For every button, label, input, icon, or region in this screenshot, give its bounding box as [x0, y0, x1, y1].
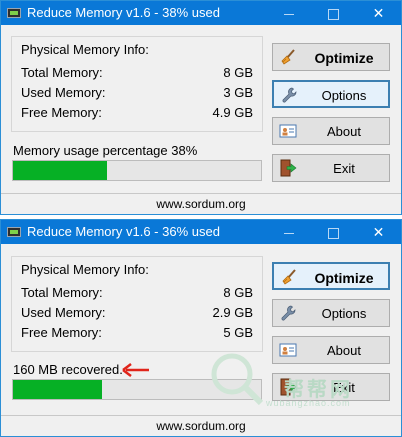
- exit-button[interactable]: Exit: [272, 154, 390, 182]
- panel-title: Physical Memory Info:: [21, 262, 149, 277]
- maximize-button[interactable]: [311, 220, 356, 244]
- progress-fill: [13, 380, 103, 399]
- physical-memory-panel: Physical Memory Info: Total Memory: 8 GB…: [11, 256, 263, 352]
- about-button[interactable]: About: [272, 336, 390, 364]
- recovered-status-text: 160 MB recovered.: [13, 362, 123, 377]
- memory-chip-icon: [7, 227, 21, 237]
- total-memory-row: Total Memory: 8 GB: [21, 65, 253, 83]
- optimize-button[interactable]: Optimize: [272, 43, 390, 71]
- reduce-memory-window-2: Reduce Memory v1.6 - 36% used ✕ Physical…: [0, 219, 402, 437]
- id-card-icon: [279, 124, 297, 138]
- optimize-button[interactable]: Optimize: [272, 262, 390, 290]
- options-label: Options: [321, 306, 367, 321]
- used-memory-row: Used Memory: 3 GB: [21, 85, 253, 103]
- about-label: About: [327, 124, 361, 139]
- about-label: About: [327, 343, 361, 358]
- free-memory-value: 4.9 GB: [212, 105, 253, 120]
- exit-label: Exit: [333, 161, 355, 176]
- total-memory-row: Total Memory: 8 GB: [21, 285, 253, 303]
- red-arrow-icon: [122, 363, 149, 377]
- total-memory-label: Total Memory:: [21, 285, 103, 300]
- used-memory-label: Used Memory:: [21, 85, 106, 100]
- about-button[interactable]: About: [272, 117, 390, 145]
- used-memory-label: Used Memory:: [21, 305, 106, 320]
- reduce-memory-window-1: Reduce Memory v1.6 - 38% used ✕ Physical…: [0, 0, 402, 215]
- used-memory-value: 3 GB: [223, 85, 253, 100]
- exit-door-icon: [280, 159, 297, 177]
- optimize-label: Optimize: [314, 270, 374, 286]
- title-bar[interactable]: Reduce Memory v1.6 - 36% used ✕: [1, 220, 401, 244]
- window-title: Reduce Memory v1.6 - 36% used: [27, 224, 220, 239]
- wrench-icon: [281, 305, 296, 321]
- panel-title: Physical Memory Info:: [21, 42, 149, 57]
- magnifier-watermark-icon: [211, 353, 264, 406]
- memory-chip-icon: [7, 8, 21, 18]
- maximize-icon: [328, 8, 339, 20]
- options-label: Options: [321, 88, 367, 103]
- options-button[interactable]: Options: [272, 299, 390, 327]
- footer-link[interactable]: www.sordum.org: [1, 415, 401, 436]
- window-title: Reduce Memory v1.6 - 38% used: [27, 5, 220, 20]
- maximize-button[interactable]: [311, 1, 356, 25]
- free-memory-label: Free Memory:: [21, 325, 102, 340]
- progress-fill: [13, 161, 108, 180]
- broom-icon: [281, 49, 295, 65]
- free-memory-value: 5 GB: [223, 325, 253, 340]
- watermark-subtext: wubangzhao.com: [266, 398, 351, 408]
- id-card-icon: [279, 343, 297, 357]
- total-memory-label: Total Memory:: [21, 65, 103, 80]
- memory-progress-bar: [12, 160, 262, 181]
- free-memory-row: Free Memory: 4.9 GB: [21, 105, 253, 123]
- close-button[interactable]: ✕: [356, 220, 401, 244]
- total-memory-value: 8 GB: [223, 65, 253, 80]
- broom-icon: [282, 269, 296, 285]
- free-memory-row: Free Memory: 5 GB: [21, 325, 253, 343]
- usage-status-text: Memory usage percentage 38%: [13, 143, 198, 158]
- minimize-icon: [283, 13, 294, 15]
- optimize-label: Optimize: [314, 50, 374, 66]
- minimize-button[interactable]: [266, 1, 311, 25]
- used-memory-row: Used Memory: 2.9 GB: [21, 305, 253, 323]
- maximize-icon: [328, 227, 339, 239]
- wrench-icon: [282, 87, 297, 103]
- total-memory-value: 8 GB: [223, 285, 253, 300]
- minimize-button[interactable]: [266, 220, 311, 244]
- physical-memory-panel: Physical Memory Info: Total Memory: 8 GB…: [11, 36, 263, 132]
- close-button[interactable]: ✕: [356, 1, 401, 25]
- used-memory-value: 2.9 GB: [212, 305, 253, 320]
- footer-link[interactable]: www.sordum.org: [1, 193, 401, 214]
- free-memory-label: Free Memory:: [21, 105, 102, 120]
- options-button[interactable]: Options: [272, 80, 390, 108]
- title-bar[interactable]: Reduce Memory v1.6 - 38% used ✕: [1, 1, 401, 25]
- minimize-icon: [283, 232, 294, 234]
